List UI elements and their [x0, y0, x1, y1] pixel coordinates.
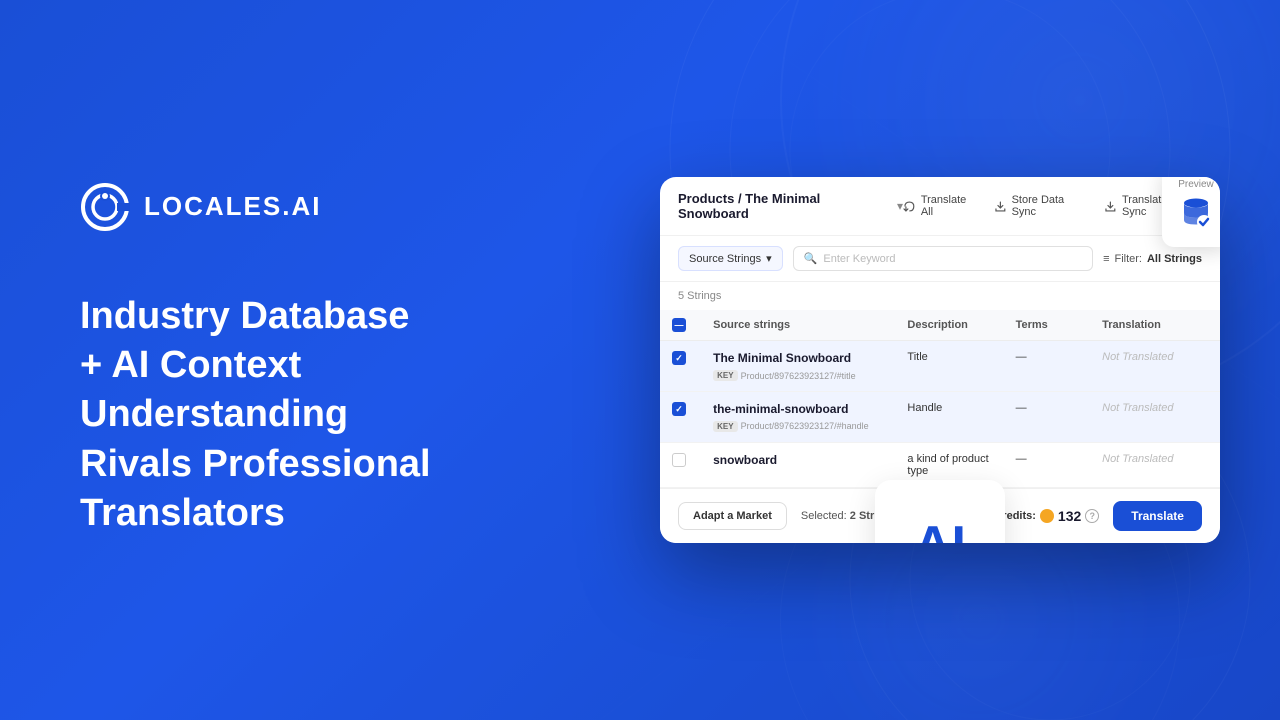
row1-checkbox-checked-icon	[672, 351, 686, 365]
adapt-market-button[interactable]: Adapt a Market	[678, 502, 787, 530]
row3-terms-cell: —	[1004, 442, 1091, 487]
row2-key-text: Product/897623923127/#handle	[741, 421, 869, 431]
table-row[interactable]: the-minimal-snowboard KEY Product/897623…	[660, 392, 1220, 443]
store-sync-button[interactable]: Store Data Sync	[994, 194, 1090, 218]
header-actions: Translate All Store Data Sync	[903, 194, 1202, 218]
row3-checkbox-cell[interactable]	[660, 442, 701, 487]
row2-checkbox-cell[interactable]	[660, 392, 701, 443]
left-panel: LOCALES.AI Industry Database + AI Contex…	[0, 122, 640, 599]
translate-all-button[interactable]: Translate All	[903, 194, 980, 218]
card-header: Products / The Minimal Snowboard ▾ Trans…	[660, 177, 1220, 236]
logo-area: LOCALES.AI	[80, 182, 580, 232]
right-panel: Preview Products / The Minimal Snowboard	[640, 137, 1280, 582]
source-dropdown-chevron-icon: ▾	[766, 252, 772, 265]
ai-overlay: AI	[875, 480, 1005, 542]
row2-translation-status: Not Translated	[1102, 402, 1173, 414]
hero-line-4: Rivals Professional	[80, 440, 580, 489]
store-sync-label: Store Data Sync	[1012, 194, 1091, 218]
row1-translation-cell: Not Translated	[1090, 341, 1220, 392]
hero-line-1: Industry Database	[80, 292, 580, 341]
filter-icon: ≡	[1103, 253, 1109, 265]
filter-label: Filter:	[1114, 253, 1142, 265]
row1-terms-cell: —	[1004, 341, 1091, 392]
row2-key-area: KEY Product/897623923127/#handle	[713, 421, 883, 432]
table-header: — Source strings Description Terms Trans…	[660, 310, 1220, 341]
row2-terms-cell: —	[1004, 392, 1091, 443]
row1-source-text: The Minimal Snowboard	[713, 351, 883, 367]
breadcrumb[interactable]: Products / The Minimal Snowboard ▾	[678, 191, 903, 221]
hero-line-5: Translators	[80, 489, 580, 538]
row2-translation-cell: Not Translated	[1090, 392, 1220, 443]
row3-translation-cell: Not Translated	[1090, 442, 1220, 487]
table-container: — Source strings Description Terms Trans…	[660, 310, 1220, 487]
hero-line-2: + AI Context	[80, 341, 580, 390]
th-description: Description	[895, 310, 1003, 341]
info-icon[interactable]: ?	[1085, 509, 1099, 523]
card-toolbar: Source Strings ▾ 🔍 Enter Keyword ≡ Filte…	[660, 236, 1220, 282]
filter-value: All Strings	[1147, 253, 1202, 265]
row1-key-area: KEY Product/897623923127/#title	[713, 370, 883, 381]
search-input: Enter Keyword	[823, 253, 895, 265]
th-terms: Terms	[1004, 310, 1091, 341]
logo-brand-text: LOCALES.AI	[144, 191, 321, 222]
row1-source-cell: The Minimal Snowboard KEY Product/897623…	[701, 341, 895, 392]
logo-icon	[80, 182, 130, 232]
search-icon: 🔍	[804, 252, 818, 265]
th-checkbox: —	[660, 310, 701, 341]
row1-description-cell: Title	[895, 341, 1003, 392]
key-badge-icon: KEY	[713, 421, 737, 432]
table-row[interactable]: The Minimal Snowboard KEY Product/897623…	[660, 341, 1220, 392]
selected-label: Selected:	[801, 510, 847, 522]
row3-checkbox-unchecked-icon	[672, 453, 686, 467]
translate-all-label: Translate All	[921, 194, 980, 218]
search-box[interactable]: 🔍 Enter Keyword	[793, 246, 1093, 271]
preview-badge: Preview	[1162, 177, 1220, 247]
coin-icon	[1040, 509, 1054, 523]
row2-checkbox-checked-icon	[672, 402, 686, 416]
row1-translation-status: Not Translated	[1102, 351, 1173, 363]
row3-source-text: snowboard	[713, 453, 883, 469]
row2-description-cell: Handle	[895, 392, 1003, 443]
table-body: The Minimal Snowboard KEY Product/897623…	[660, 341, 1220, 487]
source-strings-label: Source Strings	[689, 253, 761, 265]
row3-source-cell: snowboard	[701, 442, 895, 487]
th-source-strings: Source strings	[701, 310, 895, 341]
row1-checkbox-cell[interactable]	[660, 341, 701, 392]
translate-all-icon	[903, 200, 916, 213]
header-checkbox-icon: —	[675, 320, 684, 330]
ui-card: Preview Products / The Minimal Snowboard	[660, 177, 1220, 542]
store-sync-icon	[994, 200, 1007, 213]
database-icon	[1178, 194, 1214, 235]
filter-area[interactable]: ≡ Filter: All Strings	[1103, 253, 1202, 265]
ai-text-label: AI	[914, 519, 966, 542]
translate-button[interactable]: Translate	[1113, 501, 1202, 531]
hero-text: Industry Database + AI Context Understan…	[80, 292, 580, 539]
row2-source-cell: the-minimal-snowboard KEY Product/897623…	[701, 392, 895, 443]
hero-line-3: Understanding	[80, 390, 580, 439]
row1-key-text: Product/897623923127/#title	[741, 371, 856, 381]
data-table: — Source strings Description Terms Trans…	[660, 310, 1220, 487]
credits-value: 132	[1058, 508, 1081, 524]
key-badge-icon: KEY	[713, 370, 737, 381]
breadcrumb-text: Products / The Minimal Snowboard	[678, 191, 891, 221]
translation-sync-icon	[1104, 200, 1117, 213]
preview-label: Preview	[1178, 179, 1214, 190]
th-translation: Translation	[1090, 310, 1220, 341]
strings-count: 5 Strings	[660, 282, 1220, 310]
row3-translation-status: Not Translated	[1102, 453, 1173, 465]
source-strings-dropdown[interactable]: Source Strings ▾	[678, 246, 783, 271]
row2-source-text: the-minimal-snowboard	[713, 402, 883, 418]
